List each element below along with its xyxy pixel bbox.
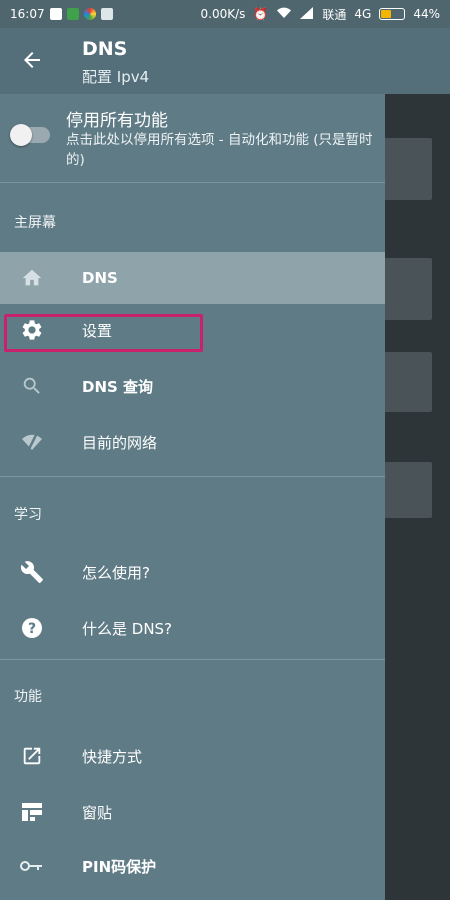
background-card: [384, 352, 432, 412]
nav-item-pin-protection[interactable]: PIN码保护: [0, 840, 385, 892]
disable-all-toggle[interactable]: [10, 124, 50, 146]
nav-item-label: PIN码保护: [82, 857, 157, 876]
nav-item-label: 目前的网络: [82, 433, 158, 452]
divider: [0, 182, 385, 183]
network-type-label: 4G: [354, 7, 372, 21]
disable-all-description: 点击此处以停用所有选项 - 自动化和功能 (只是暂时的): [66, 132, 373, 168]
settings-highlight-box: [4, 314, 203, 352]
page-subtitle: 配置 Ipv4: [82, 68, 150, 86]
open-in-new-icon: [20, 744, 44, 768]
nav-item-dns[interactable]: DNS: [0, 252, 385, 304]
disable-all-title: 停用所有功能: [66, 111, 168, 131]
home-icon: [20, 266, 44, 290]
app-bar: DNS 配置 Ipv4: [0, 28, 450, 94]
status-bar: 16:07 0.00K/s ⏰ 联通 4G 44%: [0, 0, 450, 28]
nav-item-shortcuts[interactable]: 快捷方式: [0, 730, 385, 782]
nav-item-widget[interactable]: 窗贴: [0, 786, 385, 838]
nav-item-dns-query[interactable]: DNS 查询: [0, 360, 385, 412]
nav-item-label: 什么是 DNS?: [82, 619, 173, 638]
background-card: [384, 462, 432, 518]
nav-item-label: 快捷方式: [82, 747, 143, 766]
notification-icon: [49, 8, 62, 20]
battery-percent: 44%: [413, 7, 440, 21]
widget-icon: [20, 800, 44, 824]
wrench-icon: [20, 560, 44, 584]
section-label-features: 功能: [14, 689, 42, 705]
help-icon: ?: [20, 616, 44, 640]
section-label-home: 主屏幕: [14, 215, 56, 231]
network-speed: 0.00K/s: [200, 7, 246, 21]
back-arrow-icon[interactable]: [20, 48, 44, 72]
image-notification-icon: [100, 8, 113, 20]
battery-icon: [379, 8, 406, 20]
status-time: 16:07: [10, 7, 45, 21]
divider: [0, 659, 385, 660]
nav-item-what-is-dns[interactable]: ? 什么是 DNS?: [0, 602, 385, 654]
color-app-icon: [83, 8, 96, 20]
background-card: [384, 138, 432, 200]
nav-item-current-network[interactable]: 目前的网络: [0, 416, 385, 468]
wifi-icon: [276, 7, 292, 22]
svg-text:?: ?: [28, 621, 36, 637]
nav-item-label: 窗贴: [82, 803, 113, 822]
nav-item-label: 怎么使用?: [82, 563, 150, 582]
search-icon: [20, 374, 44, 398]
disable-all-row[interactable]: 停用所有功能 点击此处以停用所有选项 - 自动化和功能 (只是暂时的): [0, 94, 385, 182]
page-title: DNS: [82, 38, 128, 60]
section-label-learn: 学习: [14, 507, 42, 523]
alarm-icon: ⏰: [253, 7, 269, 21]
navigation-drawer: 停用所有功能 点击此处以停用所有选项 - 自动化和功能 (只是暂时的) 主屏幕 …: [0, 94, 385, 900]
nav-item-label: DNS: [82, 269, 118, 287]
background-card: [384, 258, 432, 320]
key-icon: [20, 854, 44, 878]
app-notification-icon: [66, 8, 79, 20]
wifi-off-icon: [20, 430, 44, 454]
nav-item-label: DNS 查询: [82, 377, 154, 396]
divider: [0, 476, 385, 477]
signal-icon: [300, 6, 314, 22]
carrier-label: 联通: [322, 7, 347, 22]
nav-item-how-to-use[interactable]: 怎么使用?: [0, 546, 385, 598]
